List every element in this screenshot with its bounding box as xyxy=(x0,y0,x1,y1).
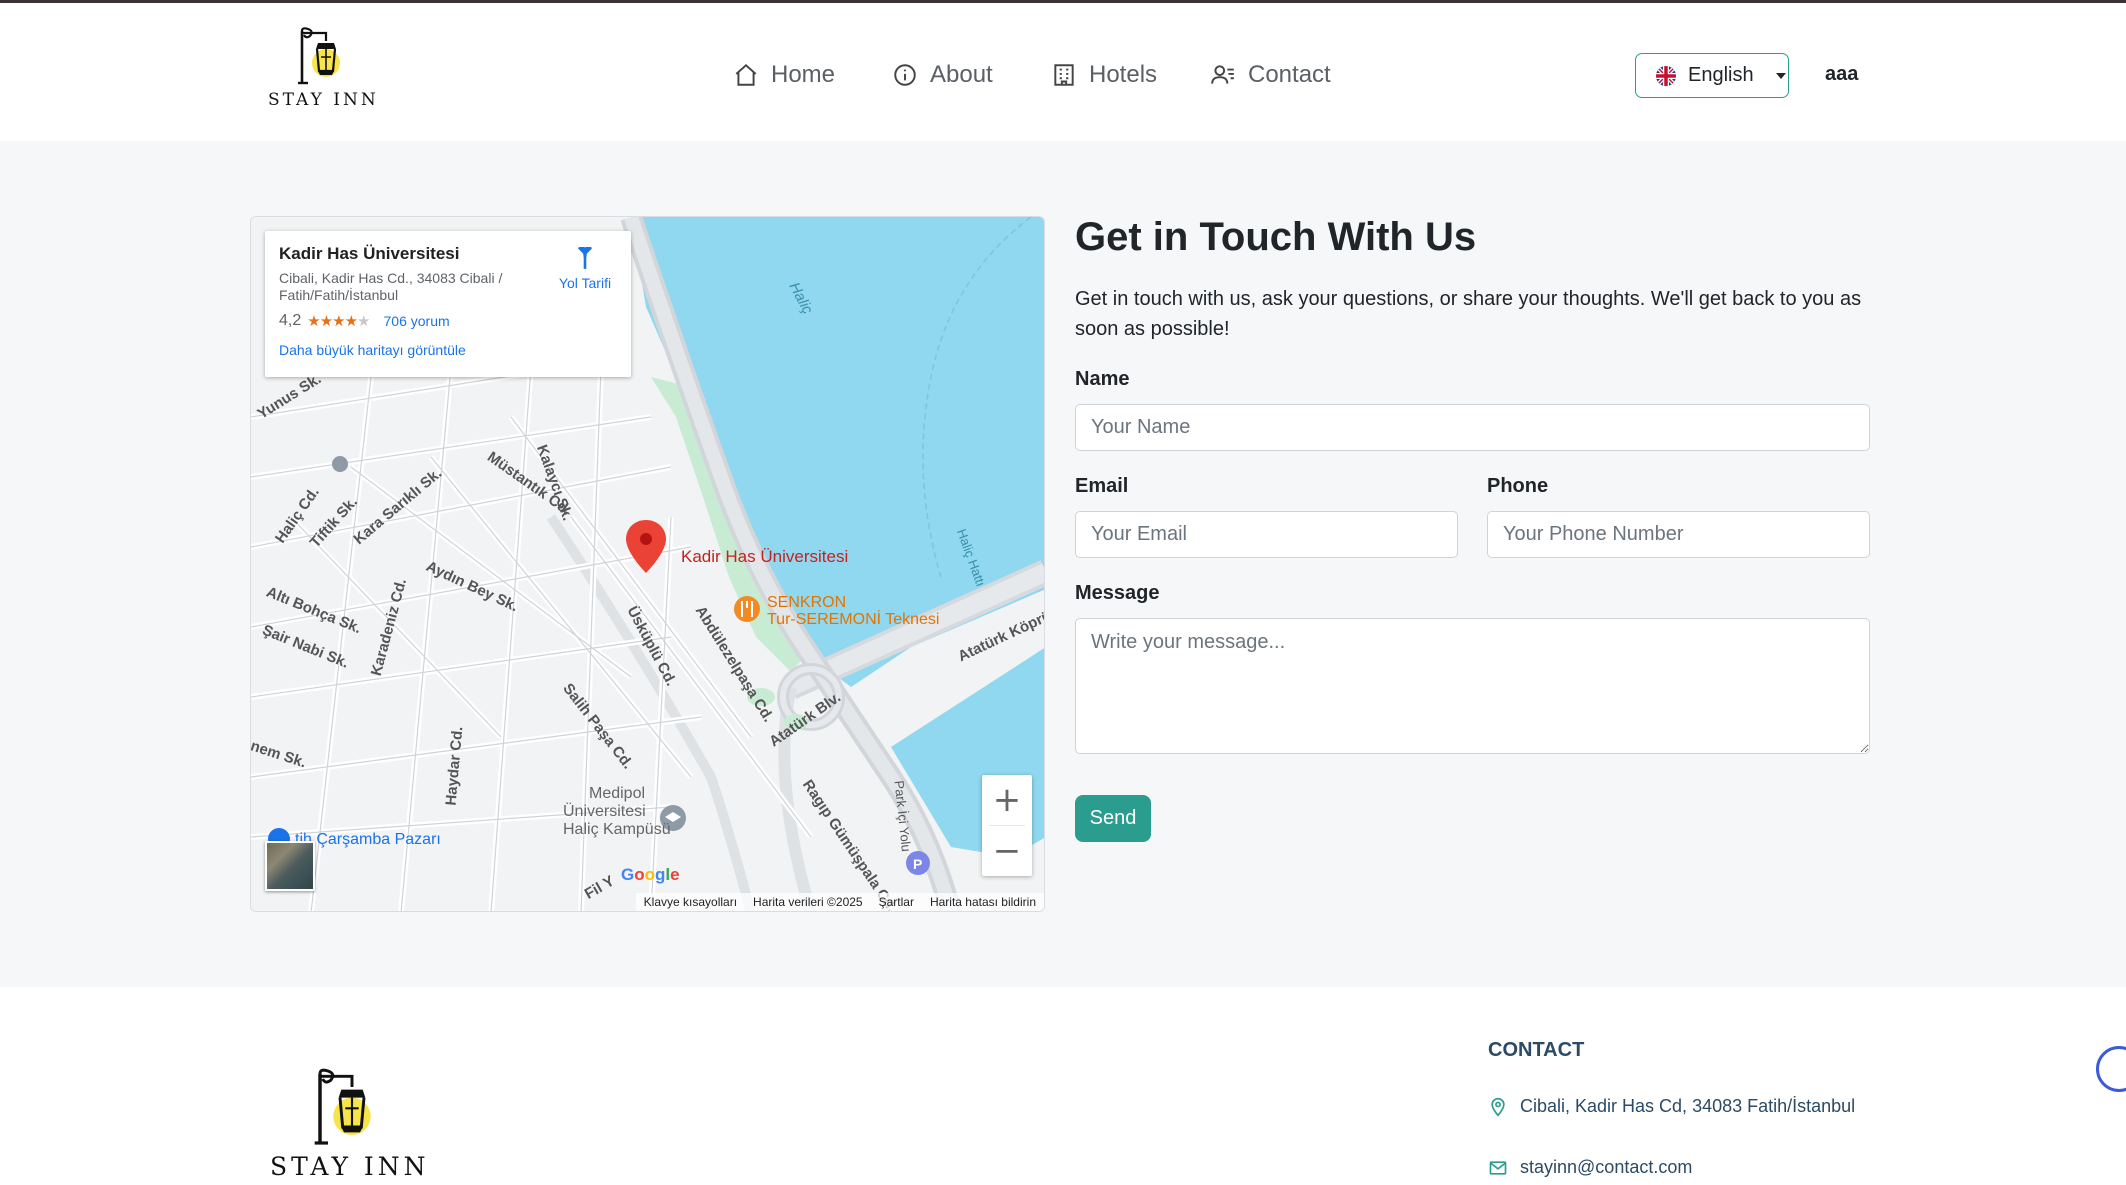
uk-flag-icon xyxy=(1656,65,1676,86)
language-dropdown[interactable]: English xyxy=(1635,53,1789,98)
contact-email[interactable]: stayinn@contact.com xyxy=(1488,1157,1692,1178)
message-textarea[interactable] xyxy=(1075,618,1870,754)
map-label-carsamba: tih Çarşamba Pazarı xyxy=(295,831,441,848)
star-rating-icon: ★★★★★ xyxy=(307,313,370,330)
rating-value: 4,2 xyxy=(279,312,302,329)
contact-icon xyxy=(1211,65,1234,84)
map-attribution: Klavye kısayolları Harita verileri ©2025… xyxy=(635,893,1044,911)
contact-address: Cibali, Kadir Has Cd, 34083 Fatih/İstanb… xyxy=(1488,1096,1855,1117)
place-info-card: Kadir Has Üniversitesi Cibali, Kadir Has… xyxy=(265,231,631,377)
nav-hotels-label: Hotels xyxy=(1089,61,1158,88)
phone-input[interactable] xyxy=(1487,511,1870,558)
site-footer: STAY INN CONTACT Cibali, Kadir Has Cd, 3… xyxy=(0,987,2126,1185)
directions-button[interactable]: Yol Tarifi xyxy=(547,243,623,291)
nav-contact-label: Contact xyxy=(1248,61,1331,88)
directions-label: Yol Tarifi xyxy=(558,275,612,291)
footer-logo[interactable]: STAY INN xyxy=(270,1067,430,1185)
nav-home[interactable]: Home xyxy=(733,57,835,93)
email-input[interactable] xyxy=(1075,511,1458,558)
map-data-text: Harita verileri ©2025 xyxy=(753,895,863,909)
zoom-out-button[interactable]: − xyxy=(982,826,1032,876)
name-input[interactable] xyxy=(1075,404,1870,451)
email-label: Email xyxy=(1075,475,1129,497)
mail-icon xyxy=(1489,1160,1507,1175)
embedded-map[interactable]: P Haliç Haliç Hattı Atatürk Köprü Kadir … xyxy=(250,216,1045,912)
contact-heading: CONTACT xyxy=(1488,1039,1585,1061)
keyboard-shortcuts-link[interactable]: Klavye kısayolları xyxy=(644,895,737,909)
site-header: STAY INN Home About Hotels Contact Engli… xyxy=(0,3,2126,141)
page-description: Get in touch with us, ask your questions… xyxy=(1075,288,1862,340)
google-logo: Google xyxy=(621,865,680,884)
building-icon xyxy=(1054,64,1074,86)
map-label-pin: Kadir Has Üniversitesi xyxy=(681,547,849,566)
lantern-logo-icon xyxy=(314,1068,371,1145)
email-text: stayinn@contact.com xyxy=(1520,1157,1693,1177)
restaurant-poi-icon xyxy=(734,596,760,622)
page-title: Get in Touch With Us xyxy=(1075,215,1477,259)
svg-text:P: P xyxy=(913,856,922,872)
nav-hotels[interactable]: Hotels xyxy=(1051,57,1157,93)
language-label: English xyxy=(1688,64,1754,86)
nav-contact[interactable]: Contact xyxy=(1210,57,1331,93)
reviews-link[interactable]: 706 yorum xyxy=(384,313,450,329)
map-label-medipol-2: Üniversitesi xyxy=(563,803,646,820)
place-address: Cibali, Kadir Has Cd., 34083 Cibali / Fa… xyxy=(279,270,503,303)
map-label-senkron-2: Tur-SEREMONİ Teknesi xyxy=(767,611,940,628)
report-error-link[interactable]: Harita hatası bildirin xyxy=(930,895,1036,909)
nav-about[interactable]: About xyxy=(892,57,993,93)
name-label: Name xyxy=(1075,368,1130,390)
phone-label: Phone xyxy=(1487,475,1549,497)
map-label-medipol-1: Medipol xyxy=(589,785,646,802)
home-icon xyxy=(735,63,757,86)
message-label: Message xyxy=(1075,582,1160,604)
chevron-down-icon xyxy=(1775,72,1786,79)
user-name[interactable]: aaa xyxy=(1825,63,1858,86)
send-button[interactable]: Send xyxy=(1075,795,1151,842)
zoom-controls: + − xyxy=(982,775,1032,876)
place-rating: 4,2 ★★★★★ 706 yorum xyxy=(279,312,617,330)
nav-about-label: About xyxy=(930,61,993,88)
map-label-senkron-1: SENKRON xyxy=(767,594,847,611)
lantern-logo-icon xyxy=(298,27,340,85)
info-icon xyxy=(894,64,916,86)
site-logo[interactable]: STAY INN xyxy=(268,27,378,115)
satellite-toggle[interactable] xyxy=(265,841,315,891)
zoom-in-button[interactable]: + xyxy=(982,775,1032,825)
terms-link[interactable]: Şartlar xyxy=(879,895,914,909)
brand-name: STAY INN xyxy=(268,90,379,110)
address-text: Cibali, Kadir Has Cd, 34083 Fatih/İstanb… xyxy=(1520,1096,1856,1116)
bigger-map-link[interactable]: Daha büyük haritayı görüntüle xyxy=(279,342,617,358)
directions-icon xyxy=(578,246,592,269)
location-pin-icon xyxy=(1491,1097,1505,1117)
footer-brand-name: STAY INN xyxy=(270,1152,430,1181)
bus-poi-icon xyxy=(332,456,348,472)
nav-home-label: Home xyxy=(771,61,836,88)
map-label-medipol-3: Haliç Kampüsü xyxy=(563,821,671,838)
